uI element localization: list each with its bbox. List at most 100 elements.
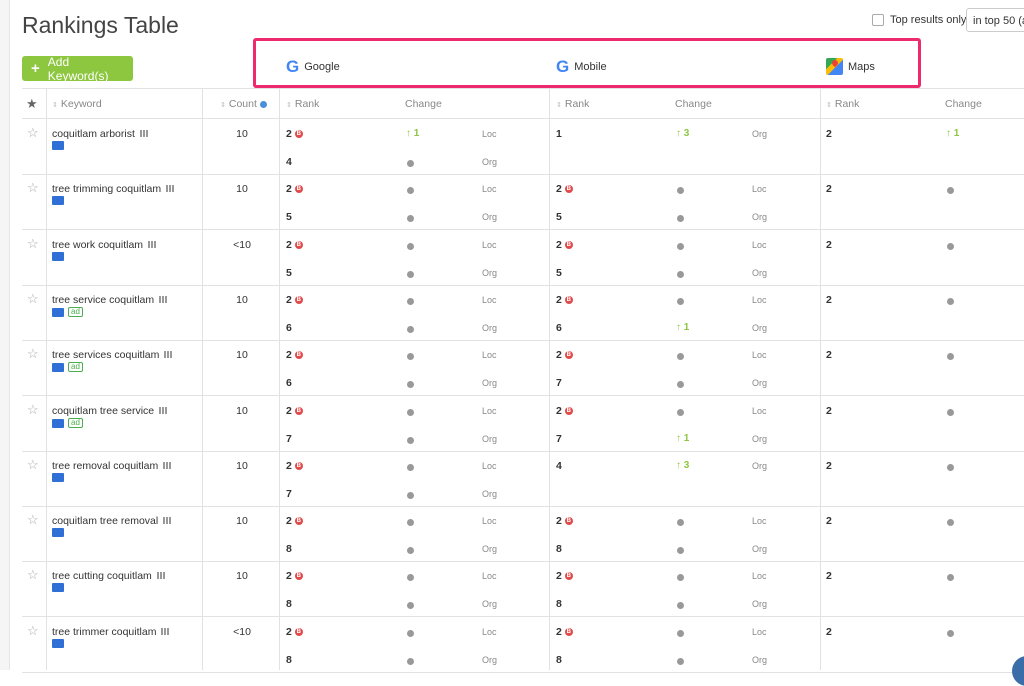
table-row: ☆ tree service coquitlam ad 10 2 B Loc 6 Org 2 B Lo… <box>22 285 1024 341</box>
no-change-dot-icon <box>407 160 414 167</box>
header-mobile-change[interactable]: Change <box>675 98 712 110</box>
header-maps-rank[interactable]: ⇕ Rank <box>826 98 859 110</box>
bar-chart-icon[interactable] <box>159 407 168 414</box>
maps-rank: 2 <box>826 183 832 195</box>
google-result-type: Loc <box>482 516 497 526</box>
google-result-type: Loc <box>482 184 497 194</box>
maps-change <box>947 407 954 419</box>
keyword-cell[interactable]: tree work coquitlam <box>52 239 157 251</box>
search-count: 10 <box>236 294 248 306</box>
no-change-dot-icon <box>677 409 684 416</box>
google-result-type: Loc <box>482 627 497 637</box>
add-keyword-label: Add Keyword(s) <box>47 54 109 83</box>
google-rank-organic: 5 <box>286 211 292 223</box>
keyword-cell[interactable]: tree services coquitlam <box>52 349 173 361</box>
keyword-cell[interactable]: tree removal coquitlam <box>52 460 172 472</box>
mobile-change-organic <box>677 379 684 391</box>
favorite-star-icon[interactable]: ☆ <box>27 291 39 307</box>
keyword-text: tree cutting coquitlam <box>52 570 152 582</box>
favorite-star-icon[interactable]: ☆ <box>27 346 39 362</box>
keyword-features: ad <box>52 307 83 317</box>
favorite-star-icon[interactable]: ☆ <box>27 236 39 252</box>
mobile-change-organic <box>677 213 684 225</box>
favorite-star-icon[interactable]: ☆ <box>27 457 39 473</box>
favorite-star-icon[interactable]: ☆ <box>27 567 39 583</box>
keyword-cell[interactable]: tree trimming coquitlam <box>52 183 175 195</box>
map-pack-icon <box>52 362 64 372</box>
feature-badge-icon: B <box>564 407 573 416</box>
google-result-type: Loc <box>482 129 497 139</box>
no-change-dot-icon <box>407 437 414 444</box>
google-rank-organic: 6 <box>286 377 292 389</box>
engine-mobile: G Mobile <box>556 58 607 75</box>
map-pack-icon <box>52 418 64 428</box>
map-pack-icon <box>52 639 64 648</box>
favorite-header-star-icon[interactable]: ★ <box>26 96 38 112</box>
google-rank-organic: 6 <box>286 322 292 334</box>
mobile-change <box>677 351 684 363</box>
no-change-dot-icon <box>677 353 684 360</box>
keyword-cell[interactable]: tree service coquitlam <box>52 294 168 306</box>
mobile-result-type: Org <box>752 212 768 222</box>
header-count[interactable]: ⇕ Count <box>220 98 267 110</box>
header-keyword[interactable]: ⇕ Keyword <box>52 98 102 110</box>
keyword-text: coquitlam arborist <box>52 128 135 140</box>
feature-badge-icon: B <box>294 130 303 139</box>
bar-chart-icon[interactable] <box>163 517 172 524</box>
no-change-dot-icon <box>947 298 954 305</box>
google-result-type: Org <box>482 655 498 665</box>
keyword-text: coquitlam tree removal <box>52 515 159 527</box>
no-change-dot-icon <box>407 574 414 581</box>
top-results-checkbox[interactable] <box>872 14 884 26</box>
sort-icon: ⇕ <box>52 102 58 109</box>
keyword-cell[interactable]: tree trimmer coquitlam <box>52 626 170 638</box>
favorite-star-icon[interactable]: ☆ <box>27 512 39 528</box>
google-result-type: Loc <box>482 350 497 360</box>
favorite-star-icon[interactable]: ☆ <box>27 180 39 196</box>
bar-chart-icon[interactable] <box>166 185 175 192</box>
favorite-star-icon[interactable]: ☆ <box>27 125 39 141</box>
keyword-text: coquitlam tree service <box>52 405 155 417</box>
header-maps-change[interactable]: Change <box>945 98 982 110</box>
bar-chart-icon[interactable] <box>164 351 173 358</box>
google-rank-organic: 8 <box>286 543 292 555</box>
no-change-dot-icon <box>947 243 954 250</box>
mobile-rank-organic: 8 <box>556 543 562 555</box>
favorite-star-icon[interactable]: ☆ <box>27 623 39 639</box>
map-pack-icon <box>52 473 64 482</box>
arrow-up-icon: ↑ <box>676 322 684 333</box>
feature-badge-icon: B <box>294 407 303 416</box>
mobile-result-type: Loc <box>752 184 767 194</box>
keyword-cell[interactable]: coquitlam arborist <box>52 128 148 140</box>
google-rank-local: 2B <box>286 349 303 361</box>
ad-badge: ad <box>68 362 83 372</box>
no-change-dot-icon <box>407 187 414 194</box>
mobile-result-type: Org <box>752 323 768 333</box>
rank-range-select[interactable]: in top 50 (al <box>966 8 1024 32</box>
bar-chart-icon[interactable] <box>161 628 170 635</box>
keyword-cell[interactable]: coquitlam tree removal <box>52 515 172 527</box>
bar-chart-icon[interactable] <box>159 296 168 303</box>
maps-rank: 2 <box>826 294 832 306</box>
header-google-rank[interactable]: ⇕ Rank <box>286 98 319 110</box>
bar-chart-icon[interactable] <box>156 572 165 579</box>
info-icon[interactable] <box>259 100 267 108</box>
add-keyword-button[interactable]: + Add Keyword(s) <box>22 54 133 83</box>
favorite-star-icon[interactable]: ☆ <box>27 402 39 418</box>
google-change-local <box>407 407 414 419</box>
header-mobile-rank[interactable]: ⇕ Rank <box>556 98 589 110</box>
keyword-text: tree trimming coquitlam <box>52 183 162 195</box>
no-change-dot-icon <box>947 464 954 471</box>
bar-chart-icon[interactable] <box>148 241 157 248</box>
keyword-cell[interactable]: coquitlam tree service <box>52 405 168 417</box>
keyword-features <box>52 528 64 537</box>
top-results-toggle[interactable]: Top results only <box>872 14 966 26</box>
bar-chart-icon[interactable] <box>139 130 148 137</box>
bar-chart-icon[interactable] <box>163 462 172 469</box>
keyword-cell[interactable]: tree cutting coquitlam <box>52 570 165 582</box>
maps-change <box>947 572 954 584</box>
mobile-result-type: Loc <box>752 627 767 637</box>
header-google-change[interactable]: Change <box>405 98 442 110</box>
mobile-rank: 2B <box>556 405 573 417</box>
no-change-dot-icon <box>407 353 414 360</box>
